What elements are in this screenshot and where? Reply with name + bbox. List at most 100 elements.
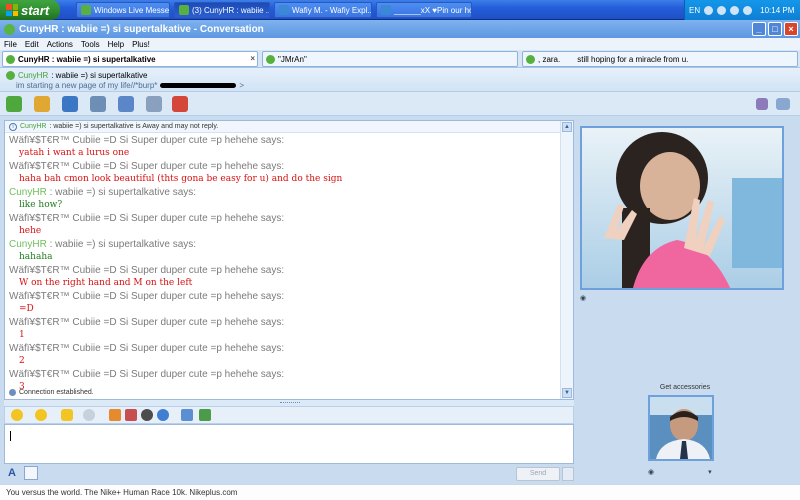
contact-webcam-display — [580, 126, 784, 290]
menu-file[interactable]: File — [4, 40, 17, 49]
clock: 10:14 PM — [760, 5, 795, 15]
menu-tools[interactable]: Tools — [81, 40, 100, 49]
menu-actions[interactable]: Actions — [47, 40, 73, 49]
voice-clip-icon[interactable] — [61, 409, 73, 421]
display-picture-photo — [650, 397, 712, 459]
tab-conversation-cunyhr[interactable]: CunyHR : wabiie =) si supertalkative × — [2, 51, 258, 67]
media-icon[interactable] — [141, 409, 153, 421]
scroll-up-button[interactable]: ▲ — [562, 122, 572, 132]
message-input[interactable] — [4, 424, 574, 464]
close-button[interactable]: × — [784, 22, 798, 36]
wink-icon[interactable] — [35, 409, 47, 421]
emoticon-icon[interactable] — [11, 409, 23, 421]
security-icon[interactable] — [743, 5, 753, 15]
browser-icon — [381, 5, 391, 15]
taskbar-item-label: Windows Live Messen... — [94, 5, 170, 15]
message-text: haha bah cmon look beautiful (thts gona … — [19, 174, 343, 184]
close-tab-icon[interactable]: × — [250, 54, 255, 63]
menu-edit[interactable]: Edit — [25, 40, 39, 49]
buddy-icon — [266, 54, 275, 64]
contact-sender-name: CunyHR — [9, 239, 47, 250]
contact-personal-message: im starting a new page of my life//*burp… — [16, 81, 158, 90]
advertisement-bar[interactable]: You versus the world. The Nike+ Human Ra… — [0, 484, 800, 500]
tab-label: , zara. — [538, 54, 561, 64]
message-sender: CunyHR : wabiie =) si supertalkative say… — [9, 239, 559, 251]
calendar-icon[interactable] — [125, 409, 137, 421]
message-text: 2 — [19, 356, 25, 366]
display-picture-options-icon[interactable]: ◉ — [648, 468, 654, 476]
message-text: W on the right hand and M on the left — [19, 278, 193, 288]
message-text: =D — [19, 304, 34, 314]
tab-conversation-jmran[interactable]: "JMrAn" — [262, 51, 518, 67]
info-text: : wabiie =) si supertalkative is Away an… — [49, 123, 219, 130]
taskbar-item-conversation[interactable]: (3) CunyHR : wabiie ... — [174, 2, 270, 18]
taskbar-item-explorer[interactable]: Wafiy M. - Wafiy Expl... — [274, 2, 372, 18]
more-options-icon[interactable] — [199, 409, 211, 421]
taskbar-item-label: (3) CunyHR : wabiie ... — [192, 5, 270, 15]
search-icon[interactable] — [157, 409, 169, 421]
display-picture-menu-icon[interactable]: ▾ — [708, 468, 712, 476]
tab-conversation-zara[interactable]: , zara. still hoping for a miracle from … — [522, 51, 798, 67]
formatting-toolbar — [4, 406, 574, 424]
connection-status: Connection established. — [9, 389, 94, 396]
maximize-button[interactable]: □ — [768, 22, 782, 36]
network-icon[interactable] — [704, 5, 714, 15]
translate-icon[interactable] — [181, 409, 193, 421]
tab-label: CunyHR : wabiie =) si supertalkative — [18, 54, 156, 64]
background-brush-icon[interactable] — [756, 98, 768, 110]
menu-bar: File Edit Actions Tools Help Plus! — [0, 38, 800, 50]
volume-icon[interactable] — [717, 5, 727, 15]
connection-status-text: Connection established. — [19, 389, 94, 396]
message-text: like how? — [19, 200, 63, 210]
webcam-photo — [582, 128, 782, 288]
system-tray: EN 10:14 PM — [684, 0, 800, 20]
splitter-grip[interactable] — [280, 402, 300, 404]
minimize-button[interactable]: _ — [752, 22, 766, 36]
message-list: Wäfï¥$T€R™ Cubiie =D Si Super duper cute… — [9, 135, 559, 395]
conversation-history[interactable]: i CunyHR : wabiie =) si supertalkative i… — [4, 120, 574, 400]
start-button[interactable]: start — [0, 0, 60, 20]
message-sender: Wäfï¥$T€R™ Cubiie =D Si Super duper cute… — [9, 317, 285, 328]
messenger-tray-icon[interactable] — [730, 5, 740, 15]
show-menu-icon[interactable] — [776, 98, 790, 110]
send-button[interactable]: Send — [516, 467, 560, 481]
gift-icon[interactable] — [109, 409, 121, 421]
webcam-icon[interactable] — [62, 96, 78, 112]
send-files-icon[interactable] — [34, 96, 50, 112]
message-text: hahaha — [19, 252, 53, 262]
games-icon[interactable] — [146, 96, 162, 112]
get-accessories-link[interactable]: Get accessories — [600, 384, 770, 391]
contact-sender-rest: : wabiie =) si supertalkative says: — [49, 239, 197, 250]
message-sender: Wäfï¥$T€R™ Cubiie =D Si Super duper cute… — [9, 343, 285, 354]
message-sender: Wäfï¥$T€R™ Cubiie =D Si Super duper cute… — [9, 265, 285, 276]
menu-plus[interactable]: Plus! — [132, 40, 150, 49]
language-indicator[interactable]: EN — [689, 6, 700, 15]
contact-name-rest: : wabiie =) si supertalkative — [51, 71, 148, 80]
nudge-icon[interactable] — [83, 409, 95, 421]
invite-contact-icon[interactable] — [6, 96, 22, 112]
taskbar-item-window[interactable]: ______xX ♥Pin our hop... — [376, 2, 472, 18]
input-bottom-bar: A Send — [4, 464, 574, 484]
conversation-toolbar — [0, 92, 800, 116]
send-options-button[interactable] — [562, 467, 574, 481]
buddy-icon — [526, 54, 535, 64]
menu-help[interactable]: Help — [108, 40, 124, 49]
windows-logo-icon — [6, 4, 18, 16]
taskbar-item-label: Wafiy M. - Wafiy Expl... — [292, 5, 372, 15]
font-icon[interactable]: A — [8, 467, 20, 480]
connection-icon — [9, 389, 16, 396]
message-sender: Wäfï¥$T€R™ Cubiie =D Si Super duper cute… — [9, 135, 285, 146]
block-icon[interactable] — [172, 96, 188, 112]
window-title: CunyHR : wabiie =) si supertalkative - C… — [19, 23, 264, 35]
start-label: start — [21, 2, 50, 18]
history-scrollbar[interactable]: ▲ ▼ — [560, 121, 573, 399]
taskbar-item-messenger[interactable]: Windows Live Messen... — [76, 2, 170, 18]
scroll-down-button[interactable]: ▼ — [562, 388, 572, 398]
activities-icon[interactable] — [118, 96, 134, 112]
messenger-icon — [81, 5, 91, 15]
my-display-picture[interactable] — [648, 395, 714, 461]
text-caret — [10, 431, 11, 441]
webcam-options-icon[interactable]: ◉ — [580, 294, 586, 302]
handwriting-icon[interactable] — [24, 466, 38, 480]
call-icon[interactable] — [90, 96, 106, 112]
